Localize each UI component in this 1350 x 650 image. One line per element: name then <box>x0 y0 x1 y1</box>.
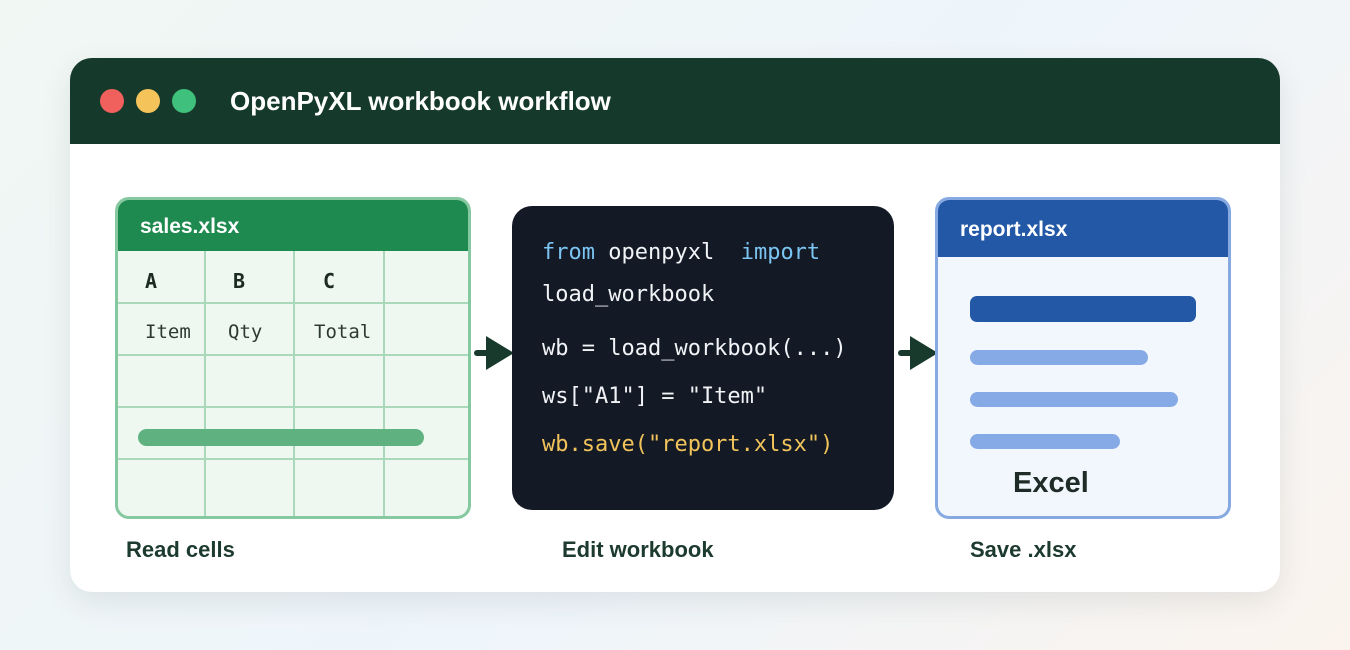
report-text-bar <box>970 392 1178 407</box>
report-filename: report.xlsx <box>938 200 1228 257</box>
column-header-b: B <box>233 269 246 293</box>
grid-line <box>118 458 468 460</box>
close-dot-icon[interactable] <box>100 89 124 113</box>
code-line-1: from openpyxl import <box>542 240 820 265</box>
report-text-bar <box>970 434 1120 449</box>
minimize-dot-icon[interactable] <box>136 89 160 113</box>
source-filename: sales.xlsx <box>118 200 468 251</box>
grid-line <box>293 251 295 516</box>
arrow-right-icon <box>474 336 514 370</box>
step-caption-edit: Edit workbook <box>562 537 714 562</box>
grid-line <box>204 251 206 516</box>
module-name: openpyxl <box>608 240 715 265</box>
column-header-a: A <box>145 269 158 293</box>
report-document: report.xlsx Excel <box>935 197 1231 519</box>
report-text-bar <box>970 350 1148 365</box>
code-editor-panel: from openpyxl import load_workbook wb = … <box>512 206 894 510</box>
code-line-2: load_workbook <box>542 282 715 307</box>
step-caption-read: Read cells <box>126 537 235 562</box>
code-line-4: ws["A1"] = "Item" <box>542 384 768 409</box>
keyword-from: from <box>542 240 595 265</box>
grid-line <box>118 302 468 304</box>
keyword-import: import <box>740 240 821 265</box>
source-spreadsheet: sales.xlsx A B C Item Qty Total <box>115 197 471 519</box>
report-heading-bar <box>970 296 1196 322</box>
grid-line <box>383 251 385 516</box>
cell-total: Total <box>314 321 372 343</box>
code-line-5: wb.save("report.xlsx") <box>542 432 834 457</box>
window-titlebar: OpenPyXL workbook workflow <box>70 58 1280 144</box>
column-header-c: C <box>323 269 336 293</box>
selected-row-highlight <box>138 429 424 446</box>
arrow-right-icon <box>898 336 938 370</box>
diagram-window: OpenPyXL workbook workflow sales.xlsx A … <box>70 58 1280 592</box>
step-caption-save: Save .xlsx <box>970 537 1077 562</box>
window-title: OpenPyXL workbook workflow <box>230 86 611 116</box>
maximize-dot-icon[interactable] <box>172 89 196 113</box>
cell-qty: Qty <box>228 321 263 343</box>
code-line-3: wb = load_workbook(...) <box>542 336 847 361</box>
cell-item: Item <box>145 321 191 343</box>
grid-line <box>118 354 468 356</box>
grid-line <box>118 406 468 408</box>
excel-label: Excel <box>1013 467 1089 499</box>
